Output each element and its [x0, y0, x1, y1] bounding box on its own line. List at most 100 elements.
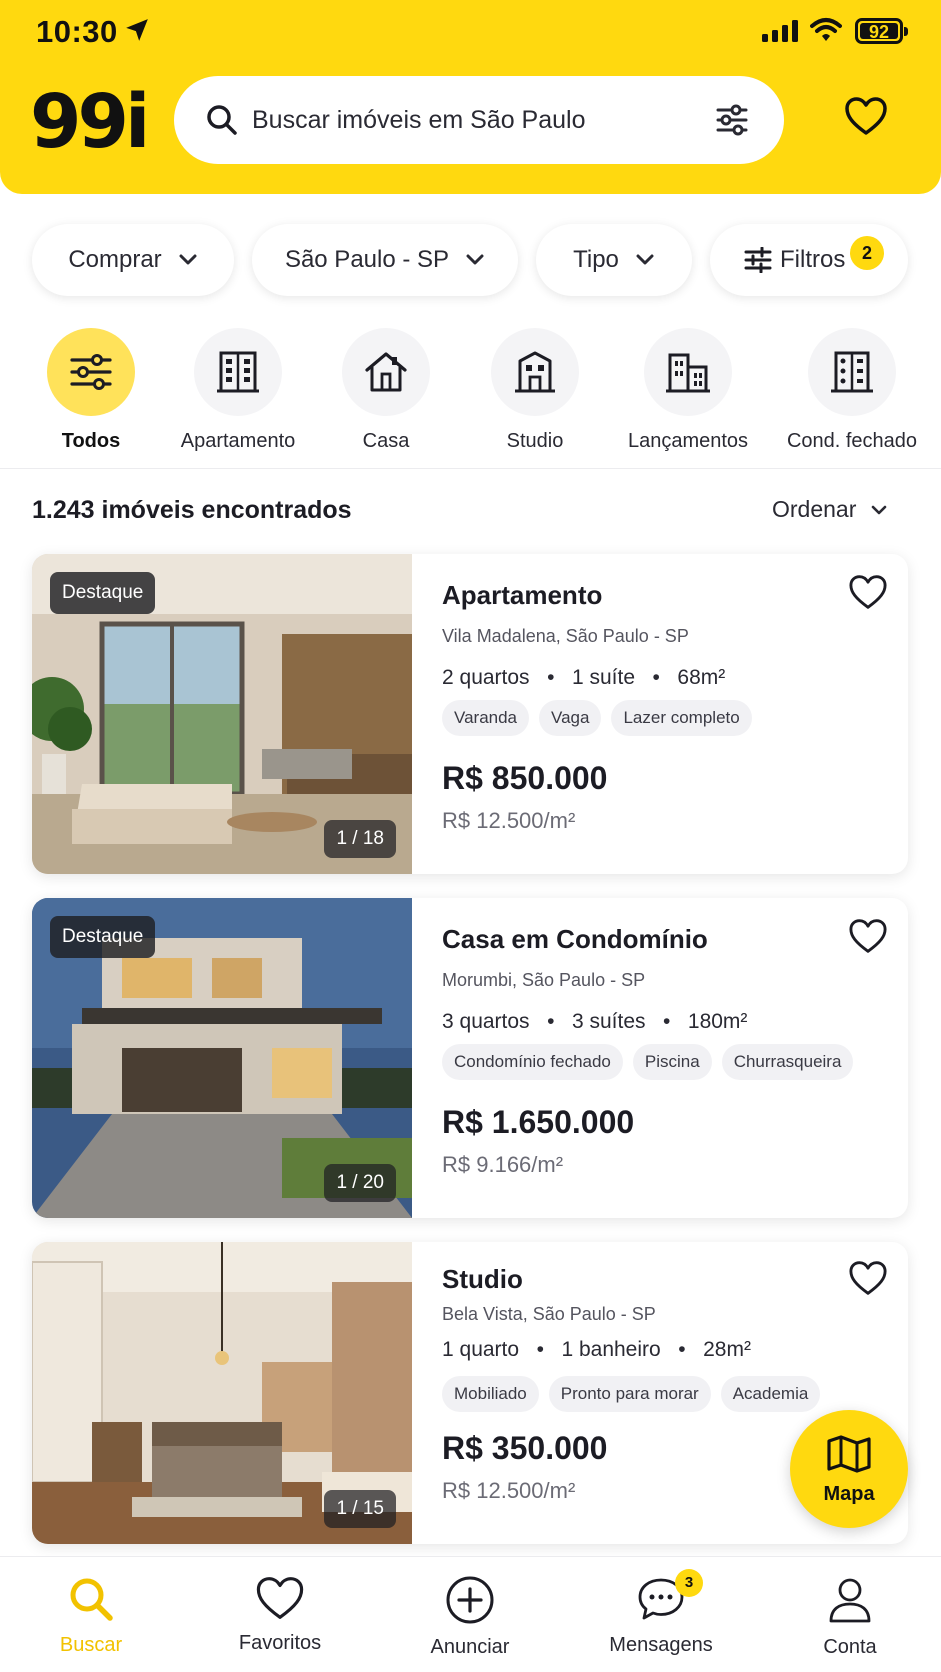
- nav-label: Buscar: [59, 1634, 123, 1656]
- category-label: Todos: [61, 430, 121, 452]
- category-icon-circle: [194, 328, 282, 416]
- search-input[interactable]: [252, 76, 692, 164]
- amenity-tag: Vaga: [539, 700, 602, 736]
- category-icon-circle: [491, 328, 579, 416]
- status-bar: 10:30 92: [0, 0, 941, 62]
- filter-chip-comprar[interactable]: Comprar: [32, 224, 234, 296]
- filter-chip-filtros[interactable]: Filtros 2: [710, 224, 908, 296]
- filter-chip-tipo[interactable]: Tipo: [536, 224, 692, 296]
- featured-badge: Destaque: [50, 572, 156, 614]
- category-label: Cond. fechado: [786, 430, 918, 452]
- listing-price: R$ 850.000: [442, 760, 608, 796]
- nav-label: Mensagens: [609, 1634, 713, 1656]
- chevron-down-icon: [636, 254, 654, 265]
- nav-label: Anunciar: [430, 1636, 510, 1658]
- search-icon: [207, 105, 237, 135]
- category-lancamentos[interactable]: Lançamentos: [608, 328, 768, 453]
- section-divider: [0, 468, 941, 469]
- status-time: 10:30: [36, 14, 118, 49]
- listing-card[interactable]: Destaque 1 / 18 Apartamento Vila Madalen…: [32, 554, 908, 874]
- sliders-icon: [70, 354, 112, 390]
- listing-title: Casa em Condomínio: [442, 924, 708, 954]
- nav-mensagens[interactable]: 3 Mensagens: [581, 1569, 741, 1657]
- filter-chip-location[interactable]: São Paulo - SP: [252, 224, 518, 296]
- category-label: Apartamento: [180, 430, 296, 452]
- amenity-tag: Mobiliado: [442, 1376, 539, 1412]
- favorites-heart-icon[interactable]: [844, 96, 888, 136]
- listing-address: Vila Madalena, São Paulo - SP: [442, 626, 689, 646]
- listing-price-per-m2: R$ 9.166/m²: [442, 1152, 564, 1177]
- app-logo[interactable]: 99i: [30, 82, 150, 162]
- amenity-tag: Pronto para morar: [548, 1376, 711, 1412]
- messages-count-badge: 3: [675, 1569, 703, 1597]
- amenity-tag: Piscina: [632, 1044, 712, 1080]
- wifi-icon: [810, 18, 842, 41]
- listing-tags: Varanda Vaga Lazer completo: [442, 700, 752, 736]
- results-count: 1.243 imóveis encontrados: [32, 496, 352, 524]
- spec-bedrooms: 3 quartos: [442, 1010, 530, 1033]
- photo-counter: 1 / 15: [324, 1490, 396, 1528]
- studio-building-icon: [515, 351, 555, 393]
- listing-card[interactable]: Destaque 1 / 20 Casa em Condomínio Morum…: [32, 898, 908, 1218]
- listing-photo-studio[interactable]: 1 / 15: [32, 1242, 412, 1544]
- map-button[interactable]: Mapa: [790, 1410, 908, 1528]
- battery-level: 92: [860, 23, 898, 41]
- filter-chip-label: Filtros: [780, 246, 846, 273]
- category-studio[interactable]: Studio: [455, 328, 615, 453]
- search-bar[interactable]: [174, 76, 784, 164]
- nav-buscar[interactable]: Buscar: [11, 1575, 171, 1657]
- listing-price: R$ 1.650.000: [442, 1104, 635, 1140]
- category-label: Lançamentos: [627, 430, 749, 452]
- filter-chip-label: São Paulo - SP: [284, 246, 450, 273]
- nav-favoritos[interactable]: Favoritos: [200, 1575, 360, 1655]
- app-header: 10:30 92 99i: [0, 0, 941, 194]
- amenity-tag: Churrasqueira: [721, 1044, 854, 1080]
- favorite-heart-icon[interactable]: [848, 1260, 888, 1296]
- listing-title: Apartamento: [442, 580, 603, 610]
- category-label: Studio: [506, 430, 564, 452]
- house-icon: [365, 352, 407, 392]
- listing-specs: 3 quartos • 3 suítes • 180m²: [442, 1010, 747, 1034]
- favorite-heart-icon[interactable]: [848, 574, 888, 610]
- spec-separator: •: [535, 1010, 567, 1033]
- spec-separator: •: [651, 1010, 683, 1033]
- apartment-building-icon: [217, 351, 259, 393]
- filter-sliders-icon[interactable]: [714, 102, 750, 138]
- cellular-signal-icon: [762, 20, 798, 42]
- category-apartamento[interactable]: Apartamento: [158, 328, 318, 453]
- photo-counter: 1 / 20: [324, 1164, 396, 1202]
- search-icon: [70, 1578, 113, 1621]
- nav-anunciar[interactable]: Anunciar: [390, 1575, 550, 1659]
- map-icon: [827, 1435, 871, 1473]
- spec-separator: •: [535, 666, 567, 689]
- filter-chip-label: Comprar: [68, 246, 162, 273]
- spec-bathrooms: 1 banheiro: [561, 1338, 661, 1361]
- sort-dropdown[interactable]: Ordenar: [772, 496, 888, 523]
- nav-label: Conta: [823, 1636, 877, 1658]
- location-arrow-icon: [126, 19, 148, 41]
- filter-chip-label: Tipo: [573, 246, 619, 273]
- spec-separator: •: [640, 666, 672, 689]
- map-button-label: Mapa: [823, 1483, 875, 1505]
- spec-bedrooms: 2 quartos: [442, 666, 530, 689]
- chevron-down-icon: [466, 254, 484, 265]
- listing-photo-house[interactable]: Destaque 1 / 20: [32, 898, 412, 1218]
- spec-suites: 1 suíte: [571, 666, 635, 689]
- listing-card[interactable]: 1 / 15 Studio Bela Vista, São Paulo - SP…: [32, 1242, 908, 1544]
- new-buildings-icon: [666, 353, 710, 393]
- amenity-tag: Condomínio fechado: [442, 1044, 623, 1080]
- category-cond-fechado[interactable]: Cond. fechado: [772, 328, 932, 453]
- listing-price-per-m2: R$ 12.500/m²: [442, 808, 576, 833]
- battery-cap: [904, 27, 908, 36]
- gated-condo-icon: [831, 351, 873, 393]
- favorite-heart-icon[interactable]: [848, 918, 888, 954]
- listing-tags: Condomínio fechado Piscina Churrasqueira: [442, 1044, 854, 1080]
- category-casa[interactable]: Casa: [306, 328, 466, 453]
- category-todos[interactable]: Todos: [11, 328, 171, 453]
- nav-conta[interactable]: Conta: [770, 1575, 930, 1659]
- chevron-down-icon: [179, 254, 197, 265]
- amenity-tag: Lazer completo: [611, 700, 752, 736]
- nav-label: Favoritos: [238, 1632, 322, 1654]
- listing-photo-living-room[interactable]: Destaque 1 / 18: [32, 554, 412, 874]
- listing-price-per-m2: R$ 12.500/m²: [442, 1478, 576, 1503]
